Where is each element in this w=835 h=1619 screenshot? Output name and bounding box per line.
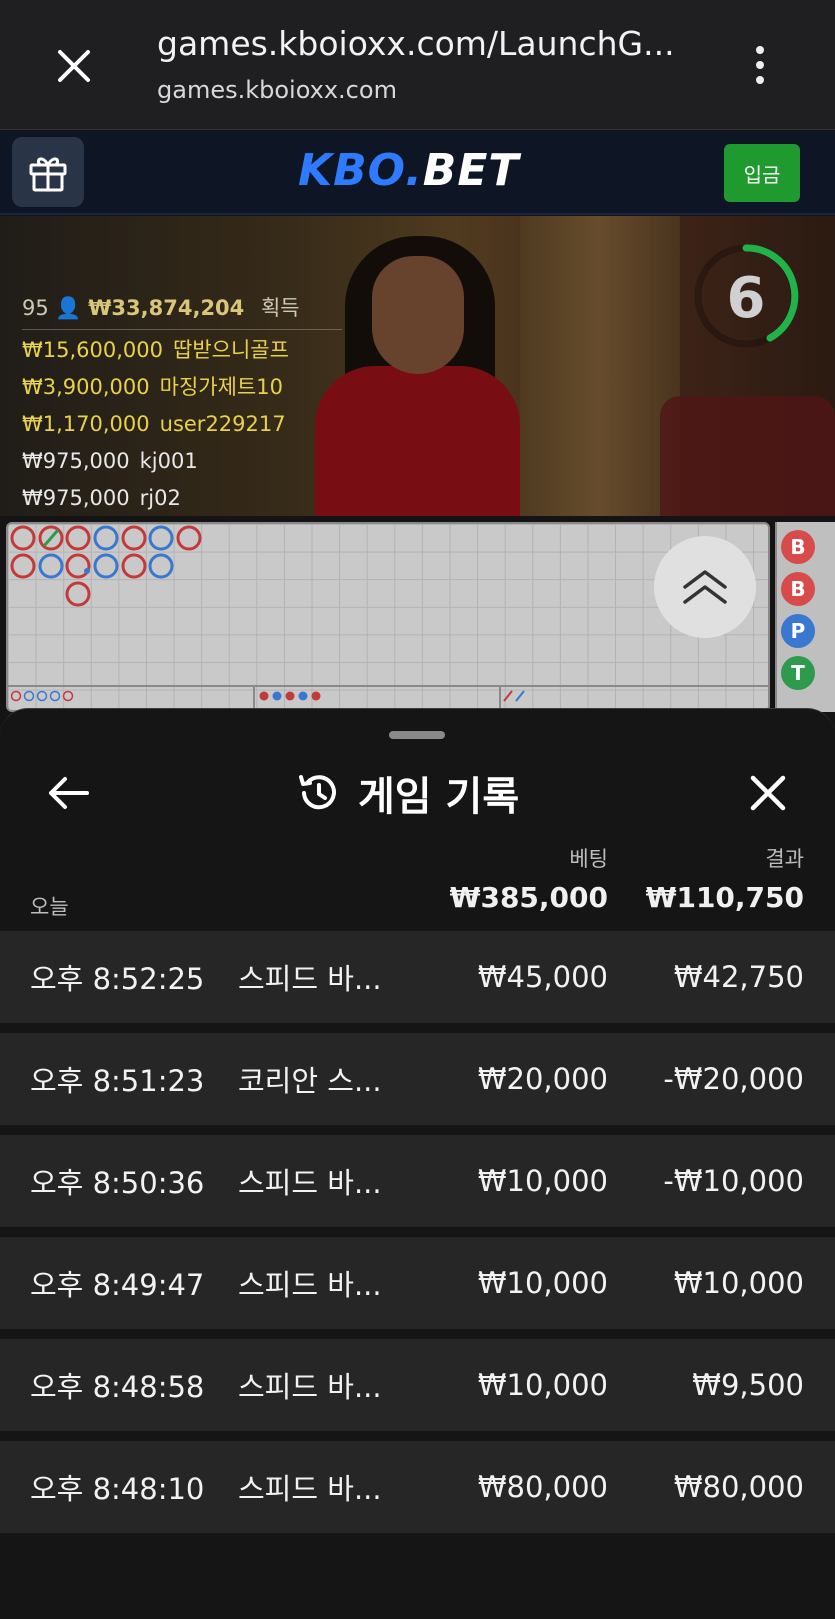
row-result: ₩80,000: [673, 1470, 804, 1504]
history-row[interactable]: 오후 8:49:47 스피드 바... ₩10,000 ₩10,000: [0, 1237, 835, 1329]
row-time: 오후 8:50:36: [30, 1166, 205, 1200]
winner-row: ₩975,000 rj02: [22, 486, 181, 510]
history-row[interactable]: 오후 8:48:58 스피드 바... ₩10,000 ₩9,500: [0, 1339, 835, 1431]
winner-row: ₩3,900,000 마징가제트10: [22, 375, 283, 399]
total-bet: ₩385,000: [449, 881, 608, 914]
gift-button[interactable]: [12, 137, 84, 207]
side-road: B B P T: [775, 522, 835, 712]
site-header: KBO.BET 입금: [0, 131, 835, 215]
road-chip: T: [781, 656, 815, 690]
winner-row: ₩1,170,000 user229217: [22, 412, 286, 436]
bead-road[interactable]: [6, 522, 770, 712]
road-chip: B: [781, 530, 815, 564]
row-result: ₩10,000: [673, 1266, 804, 1300]
row-game: 스피드 바...: [238, 1268, 382, 1302]
double-chevron-up-icon: [683, 570, 727, 604]
road-chip: B: [781, 572, 815, 606]
player-count: 95: [22, 296, 49, 320]
won-label: 획득: [260, 296, 300, 320]
arrow-left-icon: [49, 777, 89, 809]
row-result: -₩10,000: [663, 1164, 804, 1198]
row-bet: ₩10,000: [477, 1368, 608, 1402]
browser-bar: games.kboioxx.com/LaunchG... games.kboio…: [0, 0, 835, 130]
result-column-header: 결과: [765, 847, 804, 871]
road-chip: P: [781, 614, 815, 648]
back-button[interactable]: [36, 761, 100, 825]
row-bet: ₩10,000: [477, 1164, 608, 1198]
sheet-title: 게임 기록: [296, 761, 519, 825]
row-time: 오후 8:48:10: [30, 1472, 205, 1506]
history-row[interactable]: 오후 8:51:23 코리안 스... ₩20,000 -₩20,000: [0, 1033, 835, 1125]
total-result: ₩110,750: [645, 881, 804, 914]
close-button[interactable]: [736, 761, 800, 825]
close-tab-icon[interactable]: [44, 36, 104, 96]
row-bet: ₩10,000: [477, 1266, 608, 1300]
row-time: 오후 8:49:47: [30, 1268, 205, 1302]
expand-button[interactable]: [654, 536, 756, 638]
today-label: 오늘: [30, 895, 69, 919]
row-bet: ₩80,000: [477, 1470, 608, 1504]
history-row[interactable]: 오후 8:48:10 스피드 바... ₩80,000 ₩80,000: [0, 1441, 835, 1533]
history-row[interactable]: 오후 8:52:25 스피드 바... ₩45,000 ₩42,750: [0, 931, 835, 1023]
row-game: 스피드 바...: [238, 962, 382, 996]
more-options-icon[interactable]: [740, 40, 780, 90]
history-row[interactable]: 오후 8:50:36 스피드 바... ₩10,000 -₩10,000: [0, 1135, 835, 1227]
site-logo[interactable]: KBO.BET: [298, 145, 519, 196]
row-time: 오후 8:51:23: [30, 1064, 205, 1098]
winner-row: ₩15,600,000 땁받으니골프: [22, 338, 289, 362]
countdown-number: 6: [726, 266, 766, 331]
row-time: 오후 8:52:25: [30, 962, 205, 996]
user-icon: 👤: [55, 296, 82, 320]
gift-icon: [29, 157, 67, 192]
close-icon: [750, 775, 786, 811]
browser-url[interactable]: games.kboioxx.com/LaunchG...: [157, 24, 677, 63]
bet-column-header: 베팅: [569, 847, 608, 871]
total-won: ₩33,874,204: [88, 296, 245, 320]
row-result: ₩42,750: [673, 960, 804, 994]
history-icon: [299, 775, 336, 810]
winner-row: ₩975,000 kj001: [22, 449, 198, 473]
row-game: 스피드 바...: [238, 1370, 382, 1404]
browser-host: games.kboioxx.com: [157, 76, 397, 104]
row-time: 오후 8:48:58: [30, 1370, 205, 1404]
row-game: 스피드 바...: [238, 1472, 382, 1506]
deposit-button[interactable]: 입금: [724, 144, 800, 202]
winners-leaderboard: 95 👤 ₩33,874,204 획득 ₩15,600,000 땁받으니골프 ₩3…: [22, 290, 342, 517]
row-result: ₩9,500: [692, 1368, 804, 1402]
drag-handle[interactable]: [389, 731, 445, 739]
row-game: 코리안 스...: [238, 1064, 382, 1098]
row-game: 스피드 바...: [238, 1166, 382, 1200]
title-text: 게임 기록: [358, 774, 520, 820]
game-history-sheet: 게임 기록 베팅 결과 오늘 ₩385,000 ₩110,750 오후 8:52…: [0, 708, 835, 1619]
row-result: -₩20,000: [663, 1062, 804, 1096]
row-bet: ₩45,000: [477, 960, 608, 994]
row-bet: ₩20,000: [477, 1062, 608, 1096]
